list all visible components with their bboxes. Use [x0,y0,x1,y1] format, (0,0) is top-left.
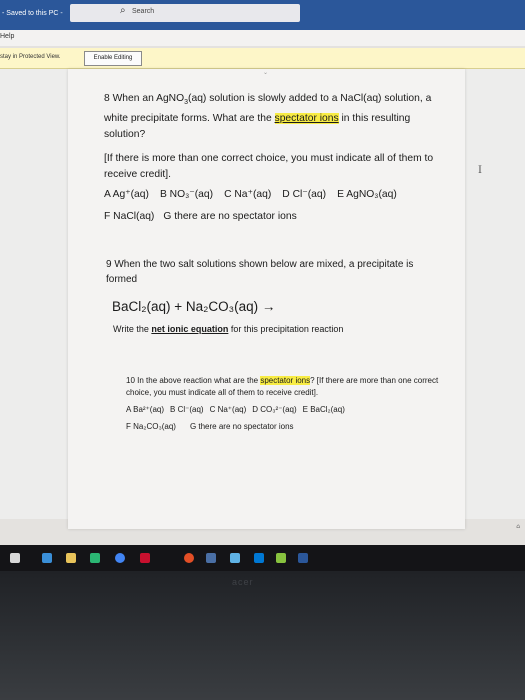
chart-icon[interactable] [230,553,240,563]
choice-option: F Na₂CO₃(aq) [126,422,176,431]
document-area[interactable]: ⌄ 8 When an AgNO3(aq) solution is slowly… [0,69,525,529]
word-icon[interactable] [298,553,308,563]
search-placeholder: Search [132,8,155,15]
q9-equation: BaCl₂(aq) + Na₂CO₃(aq) → [112,299,276,314]
store-icon[interactable] [90,553,100,563]
q8-choices-row-2: F NaCl(aq) G there are no spectator ions [104,209,454,225]
choice-option: D CO₃²⁻(aq) [252,405,297,414]
windows-icon[interactable] [10,553,20,563]
choice-option: B NO₃⁻(aq) [159,189,214,201]
choice-option: G there are no spectator ions [189,422,294,431]
mail-icon[interactable] [206,553,216,563]
choice-option: A Ba²⁺(aq) [126,405,165,414]
q10-choices-row-2: F Na₂CO₃(aq) G there are no spectator ion… [126,421,446,433]
saved-status: - Saved to this PC - [2,10,63,17]
question-10: 10 In the above reaction what are the sp… [126,375,446,433]
title-bar: - Saved to this PC - ⌕ Search [0,0,525,30]
teams-icon[interactable] [254,553,264,563]
choice-option: C Na⁺(aq) [224,189,272,201]
choice-option: D Cl⁻(aq) [282,189,327,201]
menu-help[interactable]: Help [0,33,14,40]
q8-highlight: spectator ions [274,113,339,125]
enable-editing-button[interactable]: Enable Editing [84,51,142,66]
q10-choices-row-1: A Ba²⁺(aq) B Cl⁻(aq) C Na⁺(aq) D CO₃²⁻(aq) E… [126,404,446,416]
chrome-icon[interactable] [115,553,125,563]
q10-text: 10 In the above reaction what are the sp… [126,376,439,397]
app-icon[interactable] [140,553,150,563]
monitor-brand-logo: acer [232,577,254,587]
folder-icon[interactable] [66,553,76,563]
choice-option: C Na⁺(aq) [209,405,247,414]
search-box[interactable]: ⌕ Search [70,4,300,22]
protected-view-bar: stay in Protected View. Enable Editing [0,48,525,69]
choice-option: B Cl⁻(aq) [170,405,204,414]
q9-instruction: Write the net ionic equation for this pr… [113,324,344,334]
q8-choices-row-1: A Ag⁺(aq) B NO₃⁻(aq) C Na⁺(aq) D Cl⁻(aq) E A… [104,187,454,203]
calculator-icon[interactable] [276,553,286,563]
search-icon: ⌕ [120,5,126,16]
browser-icon[interactable] [184,553,194,563]
file-explorer-icon[interactable] [42,553,52,563]
choice-option: A Ag⁺(aq) [104,189,149,201]
q9-intro: 9 When the two salt solutions shown belo… [106,259,414,285]
document-page[interactable]: ⌄ 8 When an AgNO3(aq) solution is slowly… [68,69,465,529]
screen: - Saved to this PC - ⌕ Search Help stay … [0,0,525,545]
taskbar [0,545,525,571]
q8-text: 8 When an AgNO3(aq) solution is slowly a… [104,93,432,141]
choice-option: F NaCl(aq) [104,211,155,223]
status-corner-icon: ⌂ [516,523,520,530]
protected-view-message: stay in Protected View. [0,54,61,60]
monitor-bezel: acer [0,571,525,700]
choice-option: E AgNO₃(aq) [337,189,397,201]
menu-bar: Help [0,30,525,46]
question-9: 9 When the two salt solutions shown belo… [106,257,446,337]
text-cursor-icon: I [478,165,482,176]
q8-instructions: [If there is more than one correct choic… [104,153,434,181]
choice-option: G there are no spectator ions [163,211,297,223]
page-mark-icon: ⌄ [263,69,269,76]
q10-highlight: spectator ions [260,376,311,385]
question-8: 8 When an AgNO3(aq) solution is slowly a… [104,91,454,231]
choice-option: E BaCl₂(aq) [302,405,345,414]
q8-choices: A Ag⁺(aq) B NO₃⁻(aq) C Na⁺(aq) D Cl⁻(aq) E A… [104,187,454,225]
